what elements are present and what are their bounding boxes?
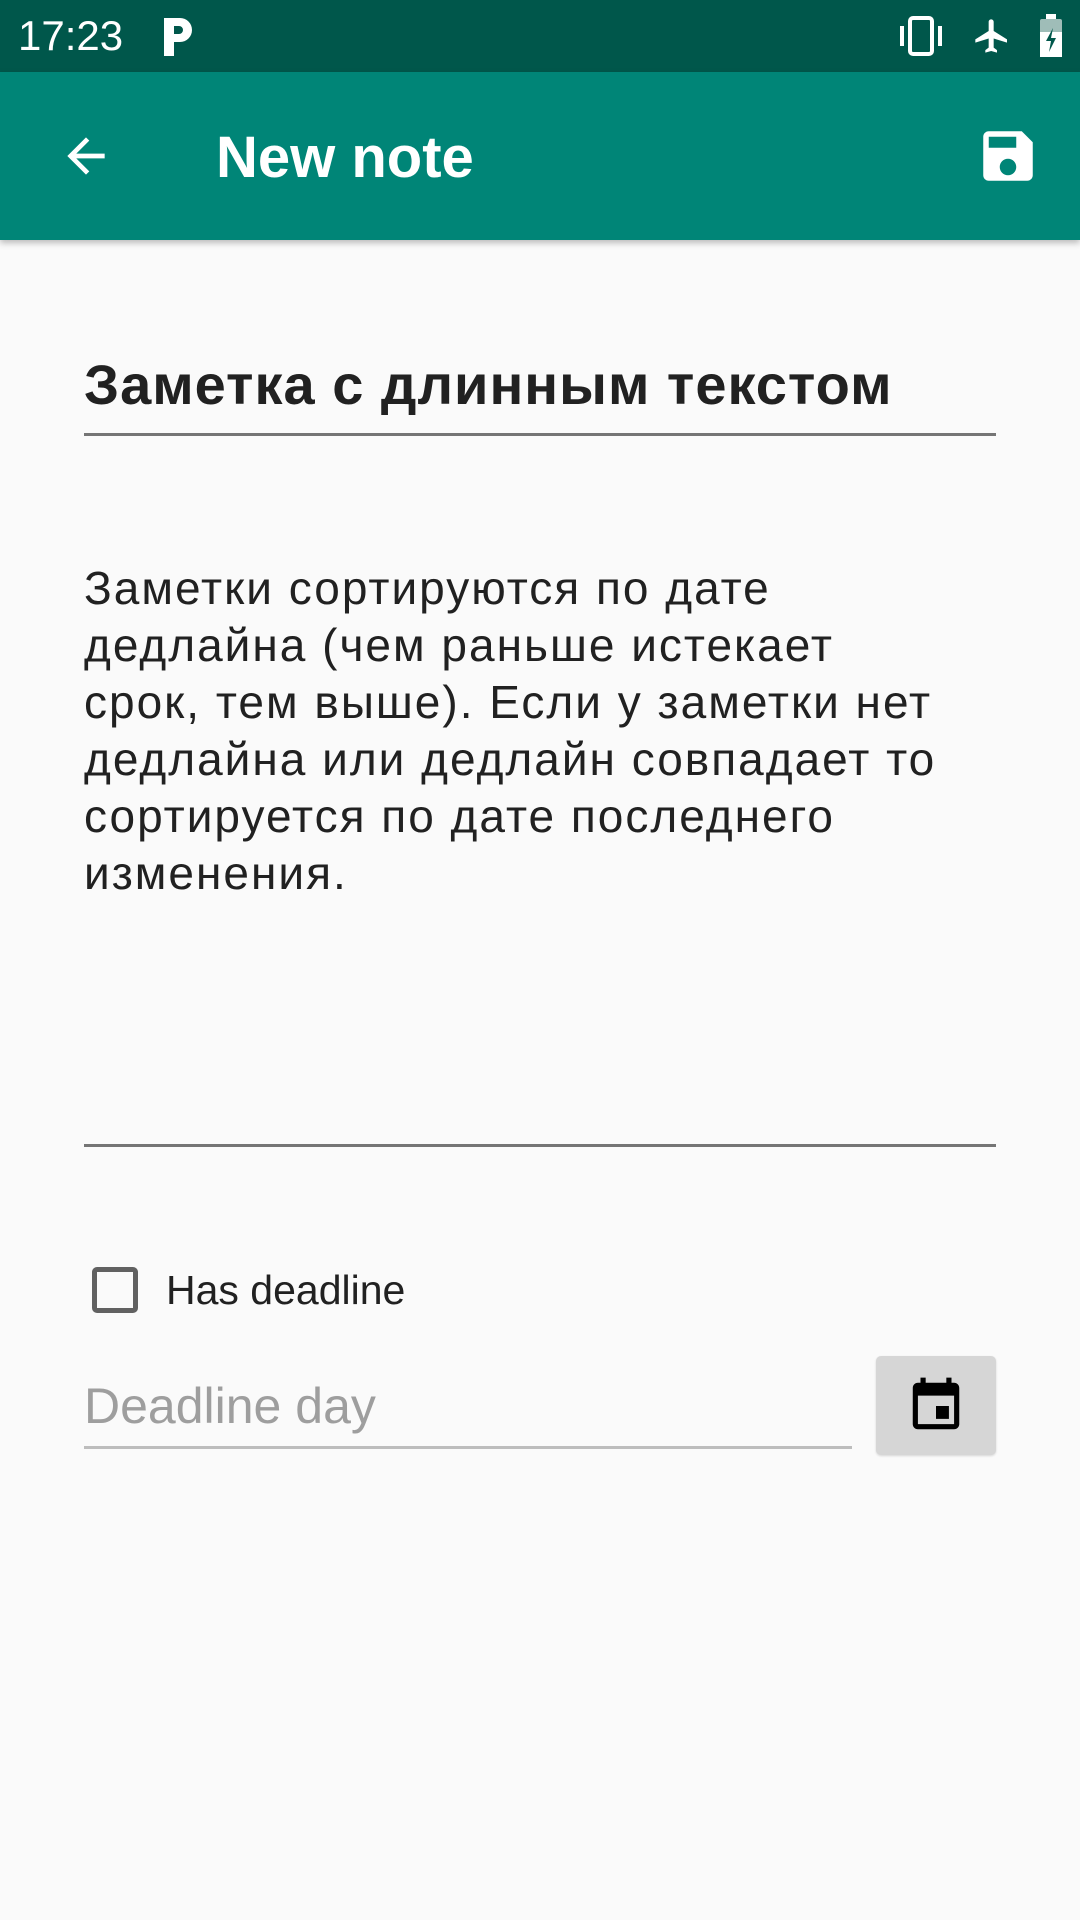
battery-charging-icon: [1040, 14, 1062, 57]
calendar-button[interactable]: [876, 1356, 996, 1455]
note-body-input[interactable]: Заметки сортируются по дате дедлайна (че…: [84, 560, 996, 1147]
has-deadline-checkbox[interactable]: [92, 1267, 138, 1313]
back-button[interactable]: [42, 112, 130, 200]
app-bar: New note: [0, 72, 1080, 240]
status-bar: 17:23: [0, 0, 1080, 72]
save-button[interactable]: [966, 114, 1050, 198]
vibrate-icon: [900, 16, 942, 56]
deadline-day-input[interactable]: Deadline day: [84, 1374, 852, 1449]
airplane-icon: [975, 19, 1007, 53]
save-icon: [983, 131, 1033, 181]
page-title: New note: [216, 125, 474, 190]
parking-icon: [164, 18, 192, 56]
status-time: 17:23: [18, 12, 124, 59]
note-title-input[interactable]: Заметка с длинным текстом: [84, 345, 996, 436]
has-deadline-label: Has deadline: [166, 1266, 406, 1313]
calendar-icon: [912, 1377, 960, 1429]
arrow-back-icon: [67, 137, 105, 175]
has-deadline-row[interactable]: Has deadline: [92, 1260, 405, 1320]
